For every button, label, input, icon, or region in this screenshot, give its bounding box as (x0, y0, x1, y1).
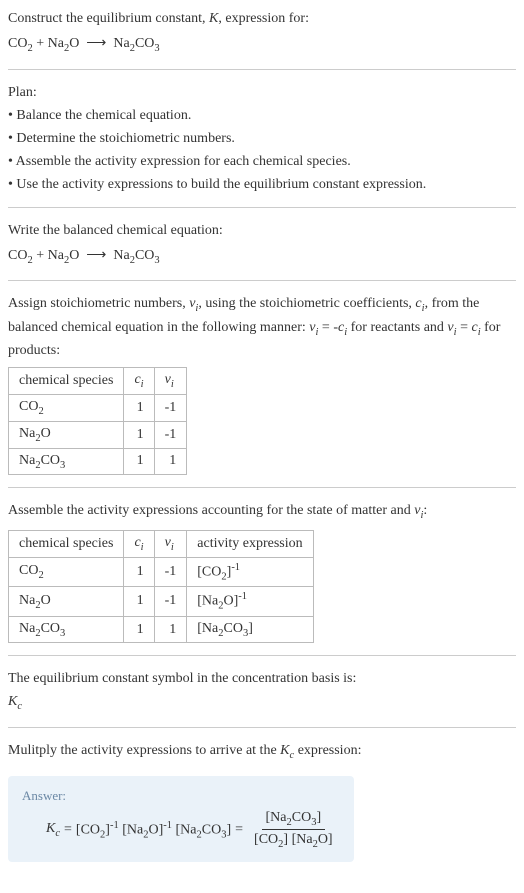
equals-sign: = (64, 822, 72, 838)
col-vi: νi (154, 368, 187, 395)
balanced-section: Write the balanced chemical equation: CO… (8, 220, 516, 269)
cell-species: Na2O (9, 587, 124, 616)
table-row: CO2 1 -1 (9, 394, 187, 421)
cell-vi: 1 (154, 448, 187, 475)
activity-section: Assemble the activity expressions accoun… (8, 500, 516, 643)
prompt-line: Construct the equilibrium constant, K, e… (8, 8, 516, 29)
table-row: CO2 1 -1 [CO2]-1 (9, 557, 314, 586)
divider (8, 207, 516, 208)
divider (8, 487, 516, 488)
cell-vi: -1 (154, 587, 187, 616)
cell-ci: 1 (124, 394, 154, 421)
cell-ci: 1 (124, 616, 154, 643)
col-species: chemical species (9, 368, 124, 395)
cell-vi: -1 (154, 394, 187, 421)
table-row: Na2CO3 1 1 [Na2CO3] (9, 616, 314, 643)
table-header-row: chemical species ci νi activity expressi… (9, 530, 314, 557)
stoich-text: Assign stoichiometric numbers, νi, using… (8, 293, 516, 361)
prompt-section: Construct the equilibrium constant, K, e… (8, 8, 516, 57)
col-ci: ci (124, 368, 154, 395)
col-activity: activity expression (187, 530, 313, 557)
multiply-text: Mulitply the activity expressions to arr… (8, 740, 516, 764)
cell-ci: 1 (124, 587, 154, 616)
col-species: chemical species (9, 530, 124, 557)
symbol-section: The equilibrium constant symbol in the c… (8, 668, 516, 715)
prompt-post: , expression for: (218, 11, 309, 26)
answer-formula: Kc = [CO2]-1 [Na2O]-1 [Na2CO3] = [Na2CO3… (22, 810, 340, 851)
col-vi: νi (154, 530, 187, 557)
plan-item: • Determine the stoichiometric numbers. (8, 128, 516, 149)
activity-text: Assemble the activity expressions accoun… (8, 500, 516, 524)
cell-activity: [CO2]-1 (187, 557, 313, 586)
answer-product: [CO2]-1 [Na2O]-1 [Na2CO3] (76, 820, 231, 840)
cell-species: Na2CO3 (9, 448, 124, 475)
prompt-equation: CO2 + Na2O ⟶ Na2CO3 (8, 33, 516, 57)
stoich-section: Assign stoichiometric numbers, νi, using… (8, 293, 516, 475)
table-row: Na2CO3 1 1 (9, 448, 187, 475)
divider (8, 280, 516, 281)
prompt-pre: Construct the equilibrium constant, (8, 11, 209, 26)
multiply-section: Mulitply the activity expressions to arr… (8, 740, 516, 764)
plan-section: Plan: • Balance the chemical equation. •… (8, 82, 516, 195)
cell-species: Na2CO3 (9, 616, 124, 643)
cell-species: CO2 (9, 394, 124, 421)
table-row: Na2O 1 -1 (9, 421, 187, 448)
k-symbol: K (209, 11, 218, 26)
fraction-denominator: [CO2] [Na2O] (250, 830, 337, 850)
answer-fraction: [Na2CO3] [CO2] [Na2O] (250, 810, 337, 851)
table-row: Na2O 1 -1 [Na2O]-1 (9, 587, 314, 616)
divider (8, 655, 516, 656)
symbol-text: The equilibrium constant symbol in the c… (8, 668, 516, 689)
plan-item: • Balance the chemical equation. (8, 105, 516, 126)
cell-activity: [Na2O]-1 (187, 587, 313, 616)
plan-item: • Use the activity expressions to build … (8, 174, 516, 195)
balanced-equation: CO2 + Na2O ⟶ Na2CO3 (8, 245, 516, 269)
cell-ci: 1 (124, 421, 154, 448)
answer-kc: Kc (46, 821, 60, 839)
col-ci: ci (124, 530, 154, 557)
cell-vi: -1 (154, 421, 187, 448)
answer-box: Answer: Kc = [CO2]-1 [Na2O]-1 [Na2CO3] =… (8, 776, 354, 863)
balanced-heading: Write the balanced chemical equation: (8, 220, 516, 241)
plan-item: • Assemble the activity expression for e… (8, 151, 516, 172)
cell-species: CO2 (9, 557, 124, 586)
table-header-row: chemical species ci νi (9, 368, 187, 395)
cell-species: Na2O (9, 421, 124, 448)
cell-vi: 1 (154, 616, 187, 643)
plan-heading: Plan: (8, 82, 516, 103)
cell-activity: [Na2CO3] (187, 616, 313, 643)
fraction-numerator: [Na2CO3] (262, 810, 326, 831)
equals-sign: = (235, 822, 243, 838)
cell-vi: -1 (154, 557, 187, 586)
kc-symbol: Kc (8, 691, 516, 715)
divider (8, 69, 516, 70)
activity-table: chemical species ci νi activity expressi… (8, 530, 314, 644)
stoich-table: chemical species ci νi CO2 1 -1 Na2O 1 -… (8, 367, 187, 475)
cell-ci: 1 (124, 557, 154, 586)
cell-ci: 1 (124, 448, 154, 475)
answer-label: Answer: (22, 788, 340, 804)
divider (8, 727, 516, 728)
